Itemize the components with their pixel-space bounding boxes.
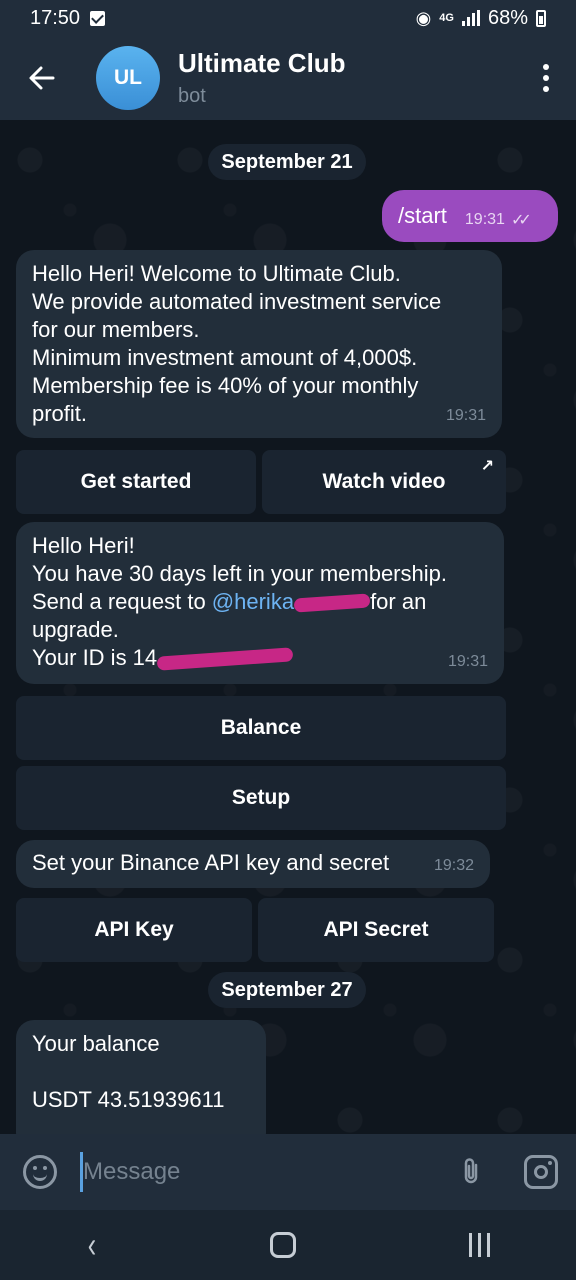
paperclip-icon <box>464 1158 478 1184</box>
read-check-icon: ✓✓ <box>510 212 532 229</box>
nav-back-button[interactable]: ‹ <box>88 1224 96 1266</box>
message-line: Hello Heri! <box>32 533 135 558</box>
incoming-message[interactable]: Your balance USDT 43.51939611 <box>16 1020 266 1134</box>
signal-icon <box>461 10 480 26</box>
battery-icon <box>536 9 546 27</box>
notification-check-icon <box>90 10 106 26</box>
message-input-bar <box>0 1134 576 1210</box>
message-input[interactable] <box>80 1152 436 1192</box>
more-dot-icon <box>543 64 549 70</box>
message-text: Your ID is 14 <box>32 645 158 670</box>
emoji-button[interactable] <box>0 1155 80 1189</box>
chat-area[interactable]: September 21 /start 19:31 ✓✓ Hello Heri!… <box>0 120 576 1134</box>
message-line: Your ID is 14 <box>32 644 488 672</box>
api-secret-button[interactable]: API Secret <box>258 898 494 962</box>
outgoing-message[interactable]: /start 19:31 ✓✓ <box>382 190 558 242</box>
api-key-button[interactable]: API Key <box>16 898 252 962</box>
message-line: Membership fee is 40% of your monthly <box>32 373 419 398</box>
message-line: upgrade. <box>32 617 119 642</box>
system-nav-bar: ‹ <box>0 1210 576 1280</box>
message-line: for our members. <box>32 317 200 342</box>
watch-video-button[interactable]: Watch video ↗ <box>262 450 506 514</box>
back-button[interactable] <box>0 36 84 120</box>
redaction-scribble <box>293 593 371 613</box>
recents-bar-icon <box>477 1233 481 1257</box>
balance-button[interactable]: Balance <box>16 696 506 760</box>
network-type: 4G <box>439 12 454 24</box>
message-text: for an <box>370 589 427 614</box>
recents-bar-icon <box>486 1233 490 1257</box>
recents-bar-icon <box>468 1233 472 1257</box>
incoming-message[interactable]: Set your Binance API key and secret 19:3… <box>16 840 490 888</box>
incoming-message[interactable]: Hello Heri! You have 30 days left in you… <box>16 522 504 684</box>
message-line: USDT 43.51939611 <box>32 1087 225 1112</box>
message-line: Minimum investment amount of 4,000$. <box>32 345 418 370</box>
message-time: 19:31 <box>445 407 486 424</box>
message-text: Send a request to <box>32 589 212 614</box>
attach-button[interactable] <box>436 1137 507 1208</box>
message-time: 19:31 <box>464 211 505 228</box>
message-line: You have 30 days left in your membership… <box>32 561 447 586</box>
recents-button[interactable] <box>468 1233 490 1257</box>
chat-header: UL Ultimate Club bot <box>0 36 576 120</box>
home-button[interactable] <box>270 1232 297 1258</box>
emoji-icon <box>23 1155 57 1189</box>
message-line: Your balance <box>32 1031 160 1056</box>
message-text: /start <box>398 203 447 228</box>
message-line: Send a request to @herika for an <box>32 588 488 616</box>
more-dot-icon <box>543 75 549 81</box>
arrow-left-icon <box>29 66 55 90</box>
camera-button[interactable] <box>506 1155 576 1189</box>
redaction-scribble <box>156 647 294 671</box>
chat-title: Ultimate Club <box>178 48 346 78</box>
message-line: We provide automated investment service <box>32 289 442 314</box>
date-separator: September 21 <box>208 144 366 180</box>
chat-subtitle: bot <box>178 85 206 107</box>
setup-button[interactable]: Setup <box>16 766 506 830</box>
username-mention-link[interactable]: @herika <box>212 589 294 614</box>
message-time: 19:32 <box>433 857 474 874</box>
message-text: Set your Binance API key and secret <box>32 850 390 875</box>
message-time: 19:31 <box>447 653 488 670</box>
avatar[interactable]: UL <box>96 46 160 110</box>
camera-icon <box>524 1155 558 1189</box>
battery-percent: 68% <box>487 6 528 29</box>
external-link-icon: ↗ <box>480 458 494 475</box>
hotspot-icon: ◉ <box>415 7 432 28</box>
chat-title-block[interactable]: Ultimate Club bot <box>178 48 346 108</box>
incoming-message[interactable]: Hello Heri! Welcome to Ultimate Club. We… <box>16 250 502 438</box>
message-line: profit. <box>32 401 88 426</box>
watch-video-label: Watch video <box>322 470 446 493</box>
get-started-button[interactable]: Get started <box>16 450 256 514</box>
more-dot-icon <box>543 86 549 92</box>
status-bar: 17:50 ◉ 4G 68% <box>0 0 576 36</box>
status-time: 17:50 <box>30 6 81 29</box>
more-options-button[interactable] <box>516 36 576 120</box>
message-line: Hello Heri! Welcome to Ultimate Club. <box>32 261 401 286</box>
date-separator: September 27 <box>208 972 366 1008</box>
